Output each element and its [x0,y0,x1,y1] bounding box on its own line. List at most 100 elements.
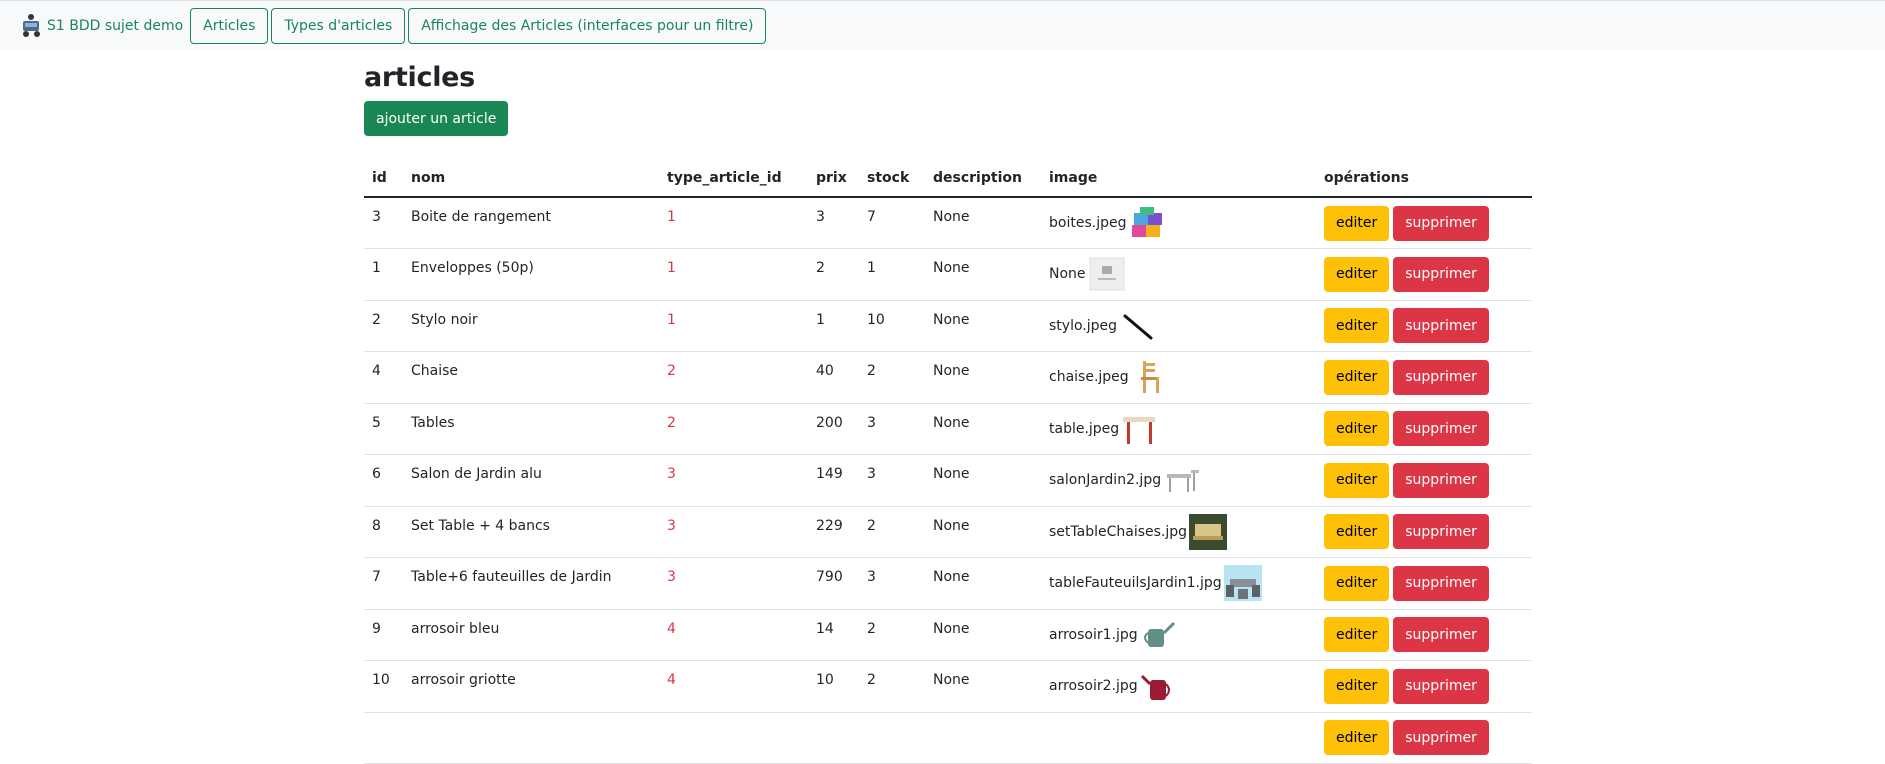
edit-button[interactable]: editer [1324,411,1390,447]
delete-button[interactable]: supprimer [1393,205,1489,241]
cell-operations: editer supprimer [1316,300,1532,352]
table-row: 10 arrosoir griotte 4 10 2 None arrosoir2.jpg e… [364,660,1532,713]
delete-button[interactable]: supprimer [1393,411,1489,447]
cell-nom: Salon de Jardin alu [403,454,659,507]
edit-button[interactable]: editer [1324,359,1390,395]
table-row: 8 Set Table + 4 bancs 3 229 2 None setTableCha… [364,506,1532,558]
header-id: id [364,160,403,198]
edit-button[interactable]: editer [1324,668,1390,704]
edit-button[interactable]: editer [1324,308,1390,344]
image-filename: tableFauteuilsJardin1.jpg [1049,575,1222,592]
cell-operations: editer supprimer [1316,557,1532,610]
cell-nom: arrosoir griotte [403,660,659,713]
cell-prix: 790 [808,557,859,610]
header-operations: opérations [1316,160,1532,198]
cell-prix: 2 [808,248,859,301]
edit-button[interactable]: editer [1324,720,1390,756]
cell-id: 7 [364,557,403,610]
garden-set-icon [1167,470,1200,493]
watering-can-icon [1143,621,1175,647]
cell-stock: 2 [859,351,925,404]
nav-types-articles-link[interactable]: Types d'articles [271,7,406,44]
delete-button[interactable]: supprimer [1393,308,1489,344]
header-description: description [925,160,1041,198]
table-benches-icon [1189,513,1228,550]
cell-stock [859,712,925,764]
header-type-article-id: type_article_id [659,160,808,198]
cell-description: None [925,557,1041,610]
edit-button[interactable]: editer [1324,462,1390,498]
table-row: 3 Boite de rangement 1 3 7 None boites.jpeg edi… [364,197,1532,249]
cell-description: None [925,609,1041,661]
cell-image: None [1041,248,1316,301]
image-filename: arrosoir1.jpg [1049,626,1138,643]
cell-description: None [925,300,1041,352]
cell-nom [403,712,659,764]
cell-prix: 40 [808,351,859,404]
table-row: 7 Table+6 fauteuilles de Jardin 3 790 3 None t… [364,557,1532,610]
image-wrap: table.jpeg [1049,411,1159,447]
cell-id: 8 [364,506,403,558]
cell-prix: 14 [808,609,859,661]
cell-image: boites.jpeg [1041,197,1316,249]
nav-affichage-filter-link[interactable]: Affichage des Articles (interfaces pour … [408,7,767,44]
image-wrap: boites.jpeg [1049,205,1166,241]
delete-button[interactable]: supprimer [1393,720,1489,756]
cell-image: arrosoir2.jpg [1041,660,1316,713]
storage-boxes-icon [1132,207,1163,237]
cell-prix [808,712,859,764]
delete-button[interactable]: supprimer [1393,565,1489,601]
cell-operations: editer supprimer [1316,403,1532,455]
garden-table-armchairs-icon [1223,565,1262,602]
image-filename: chaise.jpeg [1049,369,1129,386]
edit-button[interactable]: editer [1324,205,1390,241]
cell-stock: 2 [859,660,925,713]
brand[interactable]: S1 BDD sujet demo [17,12,183,40]
table-row: 5 Tables 2 200 3 None table.jpeg editer supprime… [364,403,1532,455]
cell-stock: 7 [859,197,925,249]
cell-prix: 229 [808,506,859,558]
cell-type-article-id: 4 [659,609,808,661]
edit-button[interactable]: editer [1324,565,1390,601]
cell-type-article-id: 3 [659,506,808,558]
cell-nom: arrosoir bleu [403,609,659,661]
delete-button[interactable]: supprimer [1393,256,1489,292]
cell-stock: 3 [859,403,925,455]
cell-description: None [925,351,1041,404]
cell-id: 1 [364,248,403,301]
cell-description: None [925,248,1041,301]
cell-operations: editer supprimer [1316,712,1532,764]
image-filename: arrosoir2.jpg [1049,678,1138,695]
cell-nom: Enveloppes (50p) [403,248,659,301]
cell-operations: editer supprimer [1316,506,1532,558]
cell-id: 6 [364,454,403,507]
edit-button[interactable]: editer [1324,256,1390,292]
image-filename: None [1049,266,1086,283]
cell-nom: Tables [403,403,659,455]
nav-articles-link[interactable]: Articles [190,7,269,44]
cell-id: 2 [364,300,403,352]
delete-button[interactable]: supprimer [1393,617,1489,653]
image-wrap: arrosoir1.jpg [1049,617,1178,653]
edit-button[interactable]: editer [1324,617,1390,653]
edit-button[interactable]: editer [1324,514,1390,550]
cell-id [364,712,403,764]
image-filename: stylo.jpeg [1049,317,1118,334]
cell-nom: Chaise [403,351,659,404]
articles-table: id nom type_article_id prix stock descri… [364,160,1532,764]
cell-stock: 2 [859,506,925,558]
cell-type-article-id: 2 [659,403,808,455]
cell-nom: Set Table + 4 bancs [403,506,659,558]
cell-type-article-id [659,712,808,764]
delete-button[interactable]: supprimer [1393,514,1489,550]
table-row: 4 Chaise 2 40 2 None chaise.jpeg editer supprime… [364,351,1532,404]
cell-nom: Table+6 fauteuilles de Jardin [403,557,659,610]
delete-button[interactable]: supprimer [1393,668,1489,704]
image-wrap: chaise.jpeg [1049,359,1169,395]
table-row: editer supprimer [364,712,1532,764]
delete-button[interactable]: supprimer [1393,359,1489,395]
delete-button[interactable]: supprimer [1393,462,1489,498]
cell-image: tableFauteuilsJardin1.jpg [1041,557,1316,610]
add-article-button[interactable]: ajouter un article [364,101,509,136]
cell-type-article-id: 3 [659,454,808,507]
